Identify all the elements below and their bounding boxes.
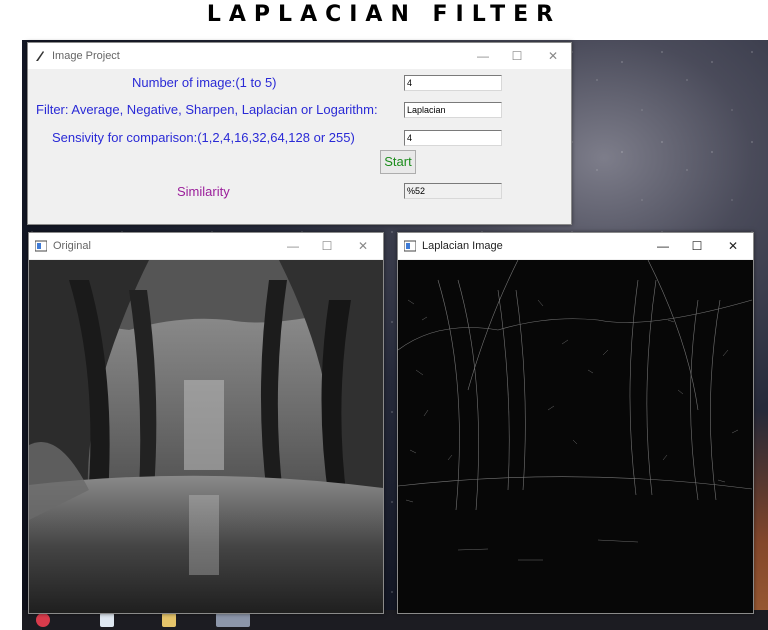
grayscale-forest-river — [29, 260, 383, 613]
similarity-label: Similarity — [177, 184, 230, 199]
feather-icon — [36, 51, 44, 61]
filter-field[interactable]: Laplacian — [404, 102, 502, 118]
sensitivity-field[interactable]: 4 — [404, 130, 502, 146]
start-button[interactable]: Start — [380, 150, 416, 174]
original-image — [29, 260, 383, 613]
filter-label: Filter: Average, Negative, Sharpen, Lapl… — [36, 102, 378, 117]
minimize-icon[interactable]: — — [651, 236, 675, 256]
num-image-label: Number of image:(1 to 5) — [132, 75, 277, 90]
num-image-field[interactable]: 4 — [404, 75, 502, 91]
image-window-icon — [404, 240, 416, 252]
laplacian-window: Laplacian Image — ☐ ✕ — [397, 232, 754, 614]
similarity-field: %52 — [404, 183, 502, 199]
project-titlebar[interactable]: Image Project — ☐ ✕ — [28, 43, 571, 69]
taskbar-app-icon[interactable] — [36, 613, 50, 627]
maximize-icon[interactable]: ☐ — [685, 236, 709, 256]
original-window: Original — ☐ ✕ — [28, 232, 384, 614]
close-icon[interactable]: ✕ — [351, 236, 375, 256]
maximize-icon[interactable]: ☐ — [505, 46, 529, 66]
close-icon[interactable]: ✕ — [541, 46, 565, 66]
edge-map — [398, 260, 753, 613]
page-heading: LAPLACIAN FILTER — [206, 2, 562, 27]
taskbar-folder-icon[interactable] — [162, 613, 176, 627]
maximize-icon[interactable]: ☐ — [315, 236, 339, 256]
sensitivity-label: Sensivity for comparison:(1,2,4,16,32,64… — [52, 130, 355, 145]
minimize-icon[interactable]: — — [471, 46, 495, 66]
laplacian-titlebar[interactable]: Laplacian Image — ☐ ✕ — [398, 233, 753, 259]
window-title: Image Project — [52, 50, 120, 62]
window-title: Laplacian Image — [422, 240, 503, 252]
original-titlebar[interactable]: Original — ☐ ✕ — [29, 233, 383, 259]
taskbar-app-icon-2[interactable] — [216, 613, 250, 627]
close-icon[interactable]: ✕ — [721, 236, 745, 256]
minimize-icon[interactable]: — — [281, 236, 305, 256]
taskbar-vscode-icon[interactable] — [100, 613, 114, 627]
image-window-icon — [35, 240, 47, 252]
window-title: Original — [53, 240, 91, 252]
image-project-window: Image Project — ☐ ✕ Number of image:(1 t… — [27, 42, 572, 225]
laplacian-image — [398, 260, 753, 613]
